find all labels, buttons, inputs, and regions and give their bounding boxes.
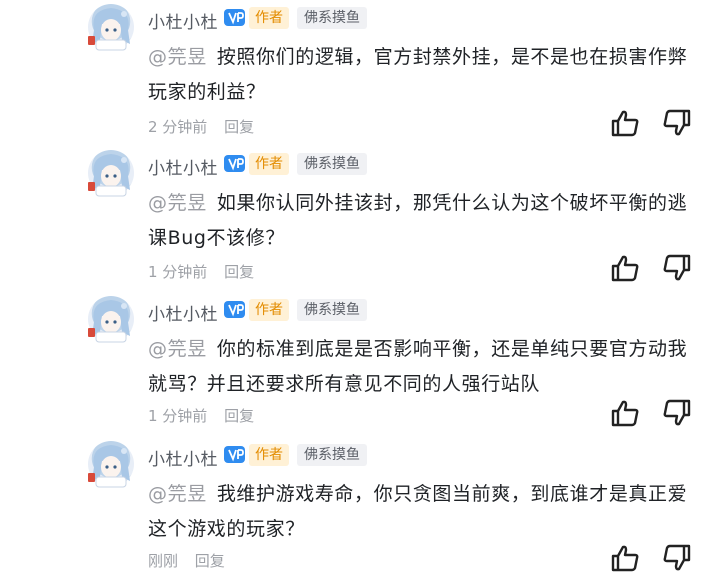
- avatar[interactable]: [88, 4, 134, 51]
- vip-badge-icon: [224, 9, 245, 26]
- author-tag: 作者: [249, 444, 289, 466]
- mention-link[interactable]: @笎昱: [148, 46, 207, 68]
- thumbs-up-icon[interactable]: [610, 253, 640, 283]
- thumbs-down-icon[interactable]: [662, 108, 692, 138]
- comment-meta: 刚刚 回复: [148, 550, 225, 571]
- comment-body: @笎昱 按照你们的逻辑，官方封禁外挂，是不是也在损害作弊玩家的利益？: [148, 40, 688, 110]
- comment-meta: 1 分钟前 回复: [148, 261, 254, 282]
- comment-body: @笎昱 我维护游戏寿命，你只贪图当前爽，到底谁才是真正爱这个游戏的玩家？: [148, 477, 688, 547]
- comment-text: 如果你认同外挂该封，那凭什么认为这个破坏平衡的逃课Bug不该修？: [148, 192, 688, 249]
- vip-badge-icon: [224, 155, 245, 172]
- timestamp: 1 分钟前: [148, 407, 208, 425]
- author-tag: 作者: [249, 7, 289, 29]
- comment-text: 你的标准到底是是否影响平衡，还是单纯只要官方动我就骂？并且还要求所有意见不同的人…: [148, 338, 688, 395]
- comment-text: 按照你们的逻辑，官方封禁外挂，是不是也在损害作弊玩家的利益？: [148, 46, 688, 103]
- comment-meta: 2 分钟前 回复: [148, 116, 254, 137]
- comment-meta: 1 分钟前 回复: [148, 405, 254, 426]
- avatar[interactable]: [88, 296, 134, 343]
- timestamp: 2 分钟前: [148, 118, 208, 136]
- avatar[interactable]: [88, 441, 134, 488]
- avatar-image: [88, 445, 130, 488]
- group-tag: 佛系摸鱼: [297, 299, 367, 321]
- avatar-image: [88, 8, 130, 51]
- thumbs-down-icon[interactable]: [662, 398, 692, 428]
- avatar-image: [88, 300, 130, 343]
- comment-item: 小杜小杜 作者 佛系摸鱼 @笎昱 按照你们的逻辑，官方封禁外挂，是不是也在损害作弊…: [0, 0, 720, 145]
- comment-item: 小杜小杜 作者 佛系摸鱼 @笎昱 我维护游戏寿命，你只贪图当前爽，到底谁才是真正爱…: [0, 437, 720, 582]
- comment-body: @笎昱 如果你认同外挂该封，那凭什么认为这个破坏平衡的逃课Bug不该修？: [148, 186, 688, 256]
- comment-text: 我维护游戏寿命，你只贪图当前爽，到底谁才是真正爱这个游戏的玩家？: [148, 483, 688, 540]
- author-name[interactable]: 小杜小杜: [148, 300, 218, 325]
- author-name[interactable]: 小杜小杜: [148, 154, 218, 179]
- mention-link[interactable]: @笎昱: [148, 338, 207, 360]
- thumbs-down-icon[interactable]: [662, 253, 692, 283]
- reply-button[interactable]: 回复: [224, 263, 254, 281]
- author-name[interactable]: 小杜小杜: [148, 445, 218, 470]
- author-tag: 作者: [249, 153, 289, 175]
- comment-body: @笎昱 你的标准到底是是否影响平衡，还是单纯只要官方动我就骂？并且还要求所有意见不…: [148, 332, 688, 402]
- vip-badge-icon: [224, 446, 245, 463]
- timestamp: 刚刚: [148, 552, 179, 570]
- reply-button[interactable]: 回复: [195, 552, 225, 570]
- avatar-image: [88, 154, 130, 197]
- thumbs-up-icon[interactable]: [610, 543, 640, 573]
- avatar[interactable]: [88, 150, 134, 197]
- comment-item: 小杜小杜 作者 佛系摸鱼 @笎昱 你的标准到底是是否影响平衡，还是单纯只要官方动我…: [0, 292, 720, 437]
- author-tag: 作者: [249, 299, 289, 321]
- thumbs-up-icon[interactable]: [610, 398, 640, 428]
- reply-button[interactable]: 回复: [224, 407, 254, 425]
- group-tag: 佛系摸鱼: [297, 153, 367, 175]
- thumbs-up-icon[interactable]: [610, 108, 640, 138]
- reply-button[interactable]: 回复: [224, 118, 254, 136]
- author-name[interactable]: 小杜小杜: [148, 8, 218, 33]
- mention-link[interactable]: @笎昱: [148, 483, 207, 505]
- timestamp: 1 分钟前: [148, 263, 208, 281]
- vip-badge-icon: [224, 301, 245, 318]
- group-tag: 佛系摸鱼: [297, 7, 367, 29]
- thumbs-down-icon[interactable]: [662, 543, 692, 573]
- comment-item: 小杜小杜 作者 佛系摸鱼 @笎昱 如果你认同外挂该封，那凭什么认为这个破坏平衡的逃…: [0, 146, 720, 291]
- group-tag: 佛系摸鱼: [297, 444, 367, 466]
- mention-link[interactable]: @笎昱: [148, 192, 207, 214]
